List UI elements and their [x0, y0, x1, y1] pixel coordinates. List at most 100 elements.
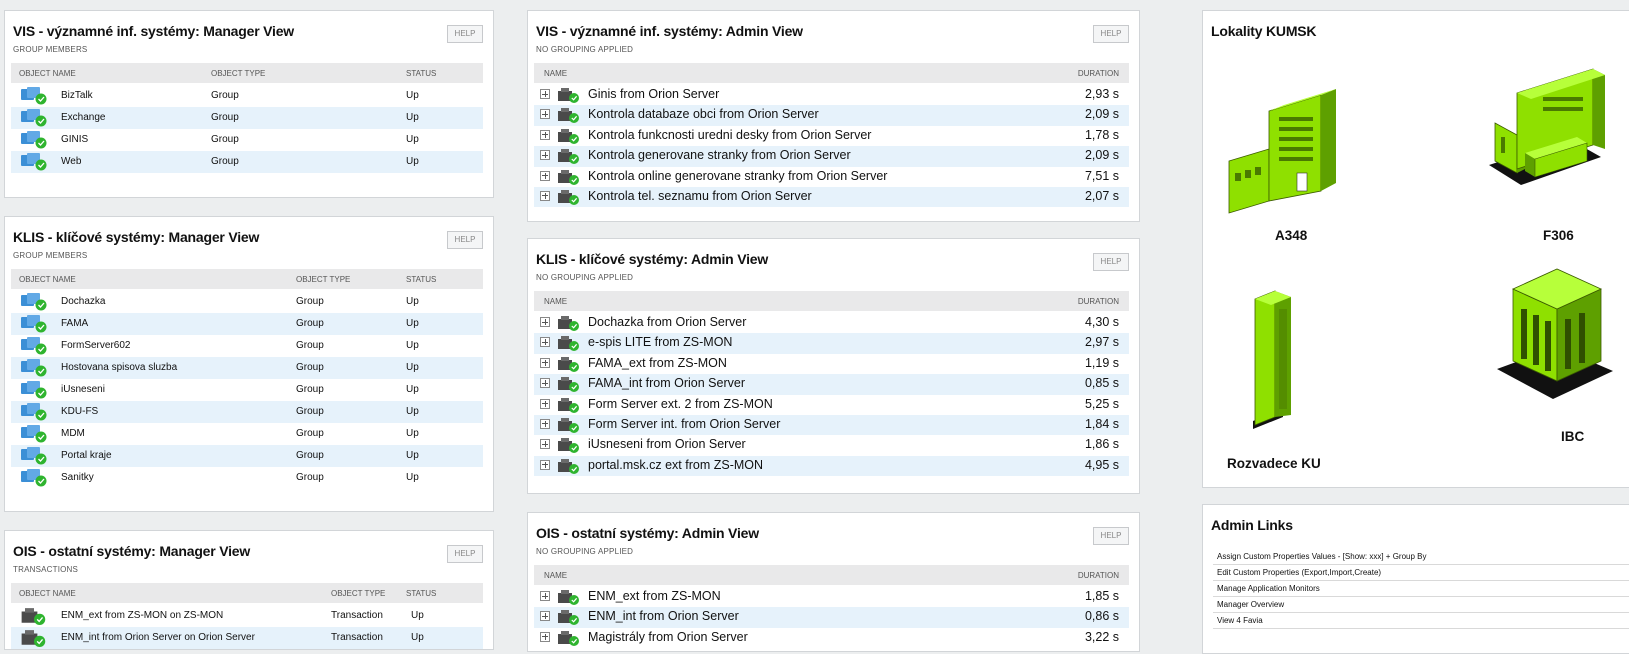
table-row[interactable]: ENM_int from Orion Server 0,86 s	[534, 607, 1129, 628]
table-row[interactable]: Kontrola databaze obci from Orion Server…	[534, 105, 1129, 126]
expand-icon[interactable]	[540, 398, 550, 409]
monitor-name-link[interactable]: Kontrola funkcnosti uredni desky from Or…	[588, 128, 871, 142]
location-label-f306[interactable]: F306	[1543, 228, 1574, 243]
table-row[interactable]: Kontrola online generovane stranky from …	[534, 167, 1129, 187]
monitor-name-link[interactable]: Kontrola generovane stranky from Orion S…	[588, 148, 851, 162]
object-name-link[interactable]: FormServer602	[61, 340, 130, 351]
object-name-link[interactable]: FAMA	[61, 318, 88, 329]
admin-link-manage-application-monitors[interactable]: Manage Application Monitors	[1213, 581, 1629, 597]
table-row[interactable]: portal.msk.cz ext from ZS-MON 4,95 s	[534, 455, 1129, 477]
table-row[interactable]: Kontrola funkcnosti uredni desky from Or…	[534, 126, 1129, 146]
help-button[interactable]: HELP	[447, 231, 483, 249]
object-name-link[interactable]: BizTalk	[61, 90, 93, 101]
help-button[interactable]: HELP	[1093, 527, 1129, 545]
monitor-name-link[interactable]: iUsneseni from Orion Server	[588, 437, 746, 451]
table-row[interactable]: e-spis LITE from ZS-MON 2,97 s	[534, 333, 1129, 354]
object-name-link[interactable]: Portal kraje	[61, 450, 112, 461]
monitor-name-link[interactable]: Kontrola tel. seznamu from Orion Server	[588, 189, 812, 203]
table-row[interactable]: FAMA Group Up	[11, 313, 483, 335]
object-name-link[interactable]: ENM_int from Orion Server on Orion Serve…	[61, 632, 255, 643]
table-row[interactable]: BizTalk Group Up	[11, 85, 483, 107]
table-row[interactable]: iUsneseni Group Up	[11, 379, 483, 401]
table-row[interactable]: Kontrola tel. seznamu from Orion Server 2…	[534, 186, 1129, 208]
table-row[interactable]: Kontrola generovane stranky from Orion S…	[534, 146, 1129, 167]
help-button[interactable]: HELP	[447, 545, 483, 563]
admin-link-edit-custom-properties[interactable]: Edit Custom Properties (Export,Import,Cr…	[1213, 565, 1629, 581]
column-header-object-type[interactable]: OBJECT TYPE	[331, 589, 385, 598]
table-row[interactable]: Hostovana spisova sluzba Group Up	[11, 357, 483, 379]
column-header-object-type[interactable]: OBJECT TYPE	[296, 275, 350, 284]
table-row[interactable]: Form Server ext. 2 from ZS-MON 5,25 s	[534, 395, 1129, 415]
monitor-name-link[interactable]: Magistrály from Orion Server	[588, 630, 748, 644]
monitor-name-link[interactable]: Form Server int. from Orion Server	[588, 417, 780, 431]
object-name-link[interactable]: Hostovana spisova sluzba	[61, 362, 177, 373]
table-row[interactable]: Dochazka Group Up	[11, 291, 483, 313]
monitor-name-link[interactable]: Dochazka from Orion Server	[588, 315, 746, 329]
expand-icon[interactable]	[540, 109, 550, 120]
table-row[interactable]: Sanitky Group Up	[11, 467, 483, 489]
table-row[interactable]: FAMA_ext from ZS-MON 1,19 s	[534, 354, 1129, 374]
column-header-object-name[interactable]: OBJECT NAME	[19, 275, 76, 284]
table-row[interactable]: Dochazka from Orion Server 4,30 s	[534, 313, 1129, 333]
expand-icon[interactable]	[540, 459, 550, 470]
column-header-name[interactable]: NAME	[544, 297, 567, 306]
column-header-duration[interactable]: DURATION	[1078, 297, 1119, 306]
monitor-name-link[interactable]: Form Server ext. 2 from ZS-MON	[588, 397, 773, 411]
object-name-link[interactable]: Web	[61, 156, 81, 167]
column-header-duration[interactable]: DURATION	[1078, 571, 1119, 580]
location-label-a348[interactable]: A348	[1275, 228, 1307, 243]
admin-link-view-4-favia[interactable]: View 4 Favia	[1213, 613, 1629, 629]
monitor-name-link[interactable]: portal.msk.cz ext from ZS-MON	[588, 458, 763, 472]
column-header-name[interactable]: NAME	[544, 571, 567, 580]
expand-icon[interactable]	[540, 357, 550, 368]
location-label-rozvadece[interactable]: Rozvadece KU	[1227, 456, 1321, 471]
object-name-link[interactable]: Exchange	[61, 112, 105, 123]
table-row[interactable]: ENM_ext from ZS-MON on ZS-MON Transaction…	[11, 605, 483, 627]
column-header-name[interactable]: NAME	[544, 69, 567, 78]
expand-icon[interactable]	[540, 378, 550, 389]
building-a348-icon[interactable]	[1221, 51, 1376, 221]
expand-icon[interactable]	[540, 150, 550, 161]
expand-icon[interactable]	[540, 631, 550, 642]
table-row[interactable]: Portal kraje Group Up	[11, 445, 483, 467]
table-row[interactable]: Web Group Up	[11, 151, 483, 173]
column-header-status[interactable]: STATUS	[406, 69, 436, 78]
column-header-status[interactable]: STATUS	[406, 275, 436, 284]
monitor-name-link[interactable]: FAMA_int from Orion Server	[588, 376, 745, 390]
object-name-link[interactable]: GINIS	[61, 134, 88, 145]
expand-icon[interactable]	[540, 89, 550, 99]
monitor-name-link[interactable]: e-spis LITE from ZS-MON	[588, 335, 732, 349]
column-header-object-name[interactable]: OBJECT NAME	[19, 589, 76, 598]
table-row[interactable]: Magistrály from Orion Server 3,22 s	[534, 628, 1129, 648]
monitor-name-link[interactable]: Ginis from Orion Server	[588, 87, 719, 101]
monitor-name-link[interactable]: ENM_ext from ZS-MON	[588, 589, 721, 603]
admin-link-manager-overview[interactable]: Manager Overview	[1213, 597, 1629, 613]
table-row[interactable]: FormServer602 Group Up	[11, 335, 483, 357]
expand-icon[interactable]	[540, 337, 550, 348]
table-row[interactable]: Form Server int. from Orion Server 1,84 s	[534, 414, 1129, 436]
expand-icon[interactable]	[540, 591, 550, 601]
column-header-duration[interactable]: DURATION	[1078, 69, 1119, 78]
object-name-link[interactable]: ENM_ext from ZS-MON on ZS-MON	[61, 610, 223, 621]
table-row[interactable]: GINIS Group Up	[11, 129, 483, 151]
table-row[interactable]: FAMA_int from Orion Server 0,85 s	[534, 374, 1129, 395]
expand-icon[interactable]	[540, 439, 550, 450]
admin-link-assign-custom-properties[interactable]: Assign Custom Properties Values - [Show:…	[1213, 549, 1629, 565]
table-row[interactable]: ENM_ext from ZS-MON 1,85 s	[534, 587, 1129, 607]
column-header-status[interactable]: STATUS	[406, 589, 436, 598]
expand-icon[interactable]	[540, 170, 550, 181]
monitor-name-link[interactable]: ENM_int from Orion Server	[588, 609, 739, 623]
monitor-name-link[interactable]: FAMA_ext from ZS-MON	[588, 356, 727, 370]
table-row[interactable]: ENM_int from Orion Server on Orion Serve…	[11, 627, 483, 649]
expand-icon[interactable]	[540, 190, 550, 201]
table-row[interactable]: KDU-FS Group Up	[11, 401, 483, 423]
table-row[interactable]: iUsneseni from Orion Server 1,86 s	[534, 435, 1129, 455]
table-row[interactable]: Ginis from Orion Server 2,93 s	[534, 85, 1129, 105]
table-row[interactable]: MDM Group Up	[11, 423, 483, 445]
object-name-link[interactable]: Dochazka	[61, 296, 105, 307]
expand-icon[interactable]	[540, 611, 550, 622]
building-rozvadece-icon[interactable]	[1243, 279, 1323, 439]
monitor-name-link[interactable]: Kontrola databaze obci from Orion Server	[588, 107, 819, 121]
column-header-object-type[interactable]: OBJECT TYPE	[211, 69, 265, 78]
help-button[interactable]: HELP	[447, 25, 483, 43]
